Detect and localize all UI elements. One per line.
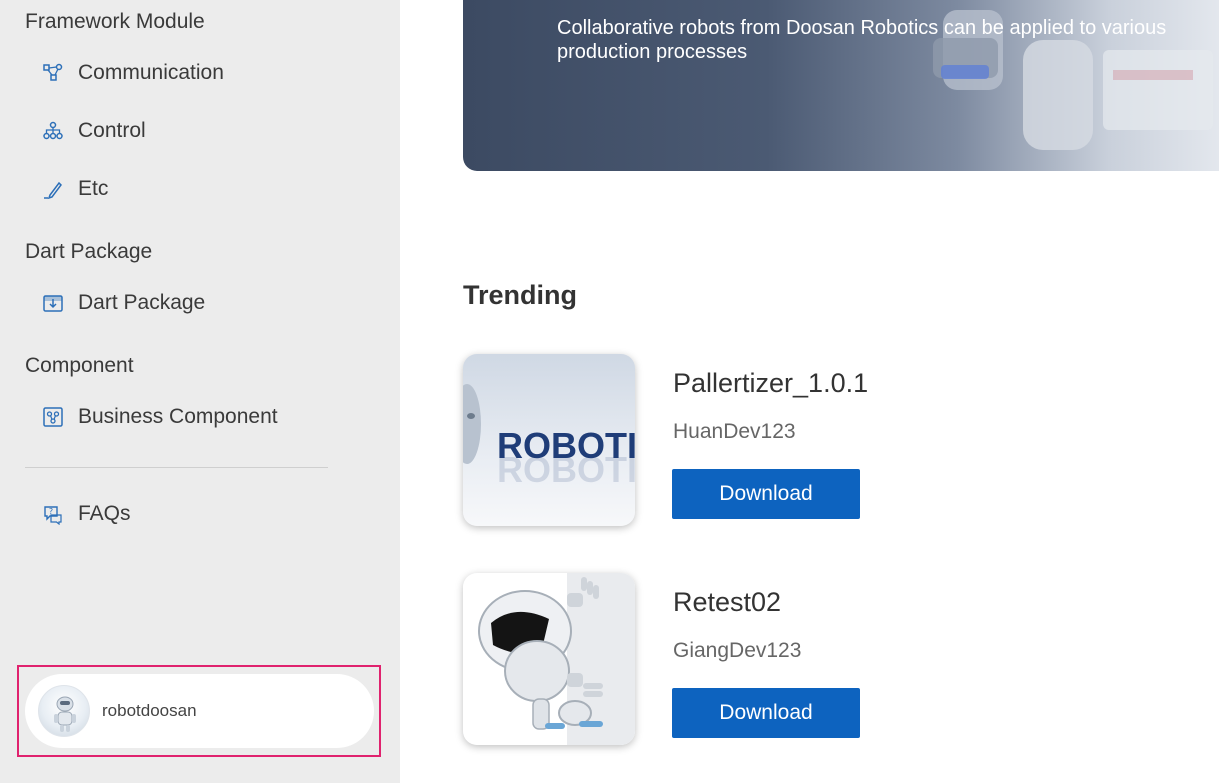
sidebar-item-label: Control (78, 119, 146, 142)
package-title[interactable]: Pallertizer_1.0.1 (673, 368, 868, 399)
robot-avatar-icon (54, 696, 76, 732)
robotics-thumbnail-image: ROBOTI ROBOTI (463, 354, 635, 526)
user-profile-card[interactable]: robotdoosan (25, 674, 374, 748)
sidebar-item-label: Business Component (78, 405, 278, 428)
network-icon (42, 62, 64, 84)
section-title-dart-package: Dart Package (25, 240, 153, 263)
package-thumbnail[interactable]: ROBOTI ROBOTI (463, 354, 635, 526)
package-thumbnail[interactable] (463, 573, 635, 745)
sidebar-item-control[interactable]: Control (42, 116, 146, 146)
hero-text: Collaborative robots from Doosan Robotic… (557, 16, 1166, 64)
sidebar-item-label: Communication (78, 61, 224, 84)
avatar (38, 685, 90, 737)
sidebar-item-dart-package[interactable]: Dart Package (42, 288, 205, 318)
package-author: GiangDev123 (673, 639, 802, 662)
hero-text-line: production processes (557, 41, 748, 63)
sidebar-item-label: Dart Package (78, 291, 206, 314)
trending-item: ROBOTI ROBOTI Pallertizer_1.0.1 HuanDev1… (463, 354, 1163, 529)
download-button[interactable]: Download (672, 688, 860, 738)
package-icon (42, 292, 64, 314)
sidebar-item-etc[interactable]: Etc (42, 174, 108, 204)
download-button[interactable]: Download (672, 469, 860, 519)
trending-heading: Trending (463, 280, 577, 310)
sidebar: Framework Module Communication Control E… (0, 0, 400, 783)
svg-text:?: ? (49, 507, 53, 516)
sidebar-divider (25, 467, 328, 468)
faq-icon: ? (42, 503, 64, 525)
sidebar-item-communication[interactable]: Communication (42, 58, 224, 88)
hierarchy-icon (42, 120, 64, 142)
component-icon (42, 406, 64, 428)
hero-banner: Collaborative robots from Doosan Robotic… (463, 0, 1219, 171)
section-title-framework-module: Framework Module (25, 10, 205, 33)
section-title-component: Component (25, 354, 134, 377)
sidebar-item-faqs[interactable]: ? FAQs (42, 499, 131, 529)
sidebar-item-label: Etc (78, 177, 109, 200)
user-name: robotdoosan (102, 701, 197, 720)
package-title[interactable]: Retest02 (673, 587, 781, 618)
trending-item: Retest02 GiangDev123 Download (463, 573, 1163, 748)
robot-thumbnail-image (463, 573, 635, 745)
pencil-icon (42, 178, 64, 200)
package-author: HuanDev123 (673, 420, 796, 443)
sidebar-item-label: FAQs (78, 502, 131, 525)
sidebar-item-business-component[interactable]: Business Component (42, 402, 278, 432)
thumbnail-reflection-text: ROBOTI (497, 449, 635, 490)
hero-text-line: Collaborative robots from Doosan Robotic… (557, 17, 1167, 39)
